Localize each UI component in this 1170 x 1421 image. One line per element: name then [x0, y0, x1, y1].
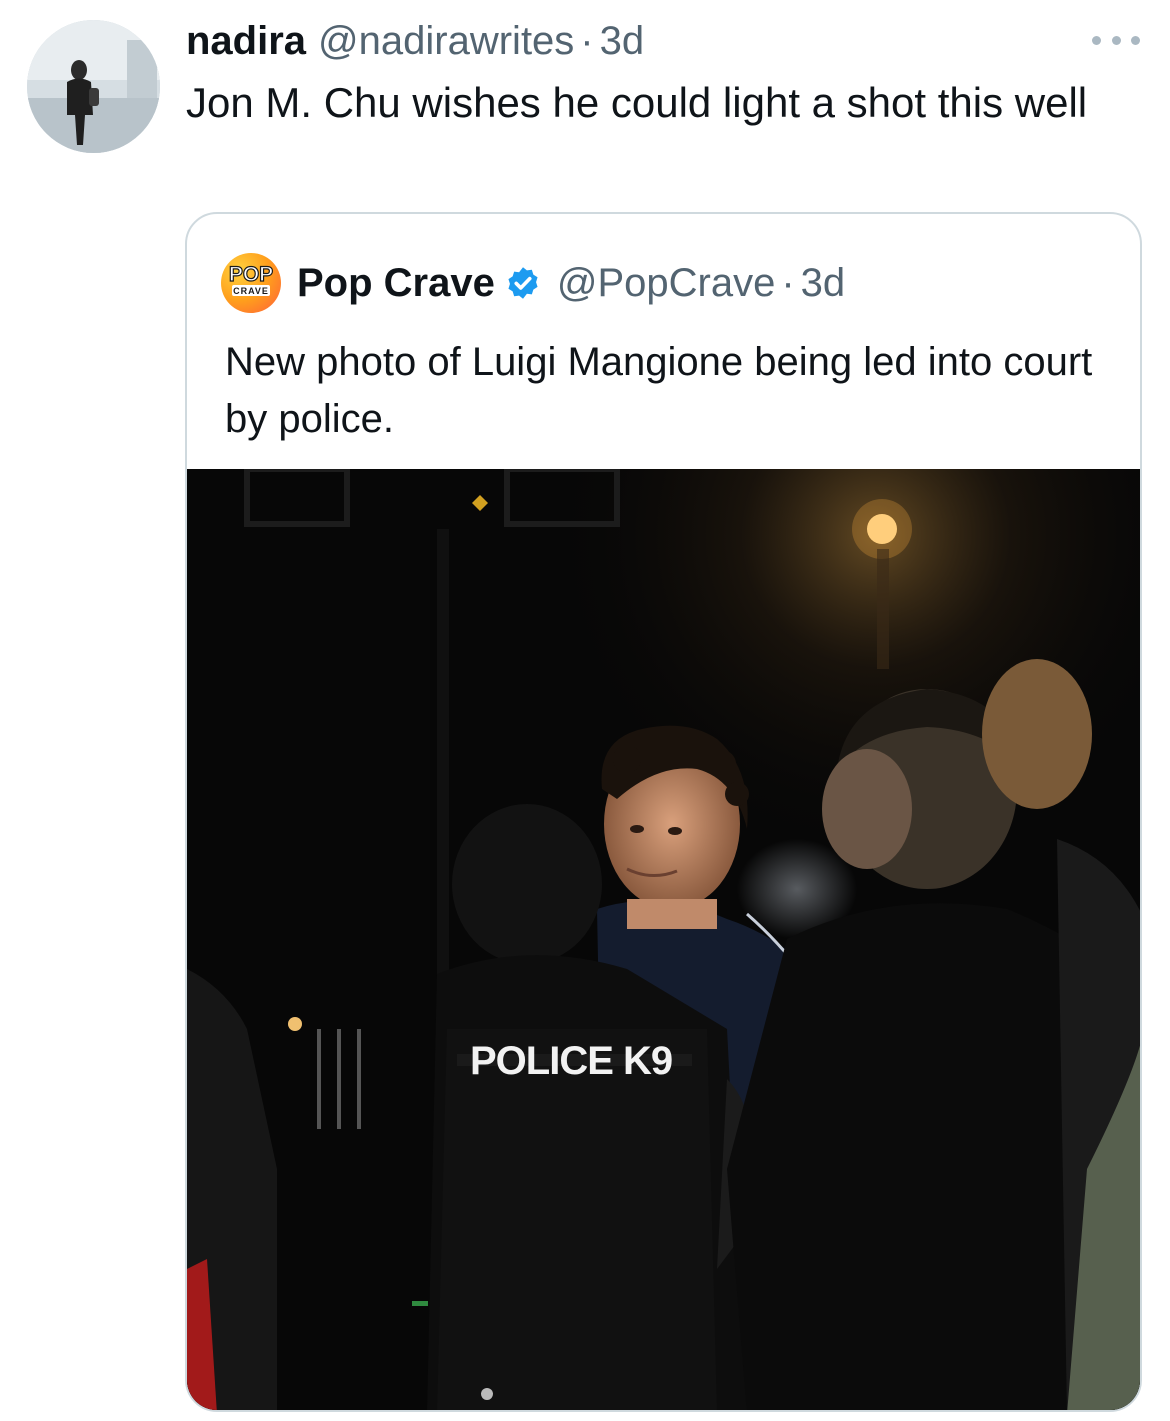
quoted-user-avatar[interactable]: POP CRAVE	[221, 253, 281, 313]
dot	[1111, 35, 1121, 45]
more-dots-icon[interactable]	[1092, 32, 1140, 48]
tweet-header: nadira @nadirawrites · 3d	[186, 17, 644, 65]
quoted-display-name[interactable]: Pop Crave	[297, 261, 495, 306]
display-name[interactable]: nadira	[186, 17, 306, 65]
dot	[1131, 35, 1140, 45]
pop-crave-logo: POP CRAVE	[228, 262, 274, 296]
quoted-tweet-header: POP CRAVE Pop Crave @PopCrave · 3d	[221, 253, 846, 313]
user-handle[interactable]: @nadirawrites	[318, 17, 574, 65]
separator-dot: ·	[580, 19, 594, 63]
separator-dot: ·	[781, 260, 795, 305]
logo-text-bottom: CRAVE	[233, 286, 269, 296]
avatar-photo	[27, 20, 160, 153]
logo-text-top: POP	[229, 263, 273, 286]
dot	[1092, 35, 1101, 45]
tweet-text: Jon M. Chu wishes he could light a shot …	[186, 79, 1088, 126]
user-avatar[interactable]	[27, 20, 160, 153]
quoted-timestamp[interactable]: 3d	[801, 261, 846, 306]
quoted-tweet-text: New photo of Luigi Mangione being led in…	[225, 340, 1093, 441]
quoted-tweet-photo[interactable]: POLICE K9	[187, 469, 1140, 1410]
quoted-tweet-card[interactable]: POP CRAVE Pop Crave @PopCrave · 3d New p…	[185, 212, 1142, 1412]
timestamp[interactable]: 3d	[600, 17, 645, 65]
tweet[interactable]: nadira @nadirawrites · 3d Jon M. Chu wis…	[0, 0, 1170, 1421]
photo-scene	[187, 469, 1140, 1410]
verified-badge-icon	[508, 267, 538, 299]
police-k9-patch: POLICE K9	[470, 1039, 673, 1083]
quoted-user-handle[interactable]: @PopCrave	[557, 261, 775, 306]
